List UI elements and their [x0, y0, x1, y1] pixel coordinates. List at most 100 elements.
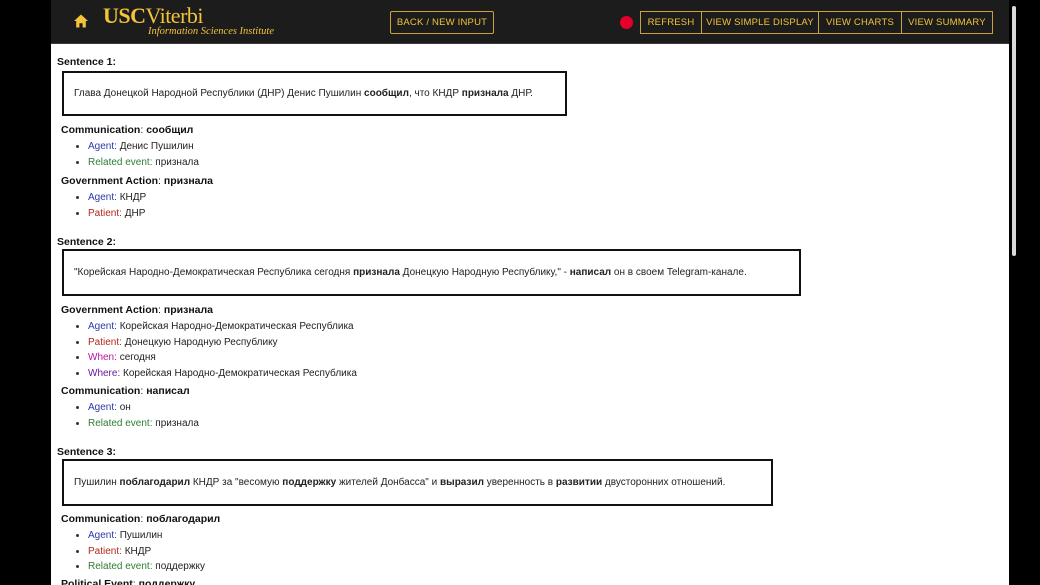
argument-item: Related event: признала [88, 155, 199, 171]
analysis-content: Sentence 1: Глава Донецкой Народной Респ… [51, 44, 1009, 585]
sentence-box: "Корейская Народно-Демократическая Респу… [62, 249, 801, 296]
argument-role: Patient [88, 545, 120, 557]
argument-value: сегодня [119, 352, 156, 363]
view-charts-button[interactable]: View Charts [818, 11, 901, 34]
argument-item: Where: Корейская Народно-Демократическая… [88, 366, 357, 382]
sentence-box: Глава Донецкой Народной Республики (ДНР)… [62, 71, 567, 116]
argument-role: Where [88, 367, 118, 379]
argument-role: Patient [88, 336, 120, 348]
argument-value: ДНР [124, 207, 146, 219]
home-icon[interactable] [73, 13, 89, 29]
argument-list: Agent: Корейская Народно-Демократическая… [88, 319, 357, 381]
usc-viterbi-logo: USCViterbi Information Sciences Institut… [103, 3, 274, 38]
event-title: Communication: написал [61, 385, 190, 397]
event-block: Government Action: признала Agent: Корейс… [61, 304, 357, 381]
sentence-text: "Корейская Народно-Демократическая Респу… [74, 267, 747, 278]
page-scrollbar[interactable] [1012, 6, 1016, 256]
sentence-text-run: Глава Донецкой Народной Республики (ДНР)… [74, 88, 365, 99]
event-type: Government Action [61, 304, 159, 316]
back-new-input-button[interactable]: Back / New Input [390, 11, 494, 34]
sentence-label: Sentence 3: [57, 446, 116, 458]
event-trigger: сообщил [146, 124, 194, 136]
argument-value: признала [155, 417, 199, 429]
argument-item: Patient: ДНР [88, 206, 213, 222]
argument-role: Agent [88, 530, 115, 541]
argument-item: Agent: он [88, 400, 199, 416]
event-type: Government Action [61, 175, 159, 187]
argument-item: Agent: КНДР [88, 190, 213, 206]
argument-role: Patient [88, 207, 120, 219]
argument-role: Related event [88, 561, 150, 572]
argument-value: Денис Пушилин [119, 141, 194, 152]
event-block: Government Action: признала Agent: КНДРPa… [61, 175, 213, 221]
argument-list: Agent: КНДРPatient: ДНР [88, 190, 213, 221]
app-window: USCViterbi Information Sciences Institut… [51, 0, 1009, 585]
event-title: Government Action: признала [61, 175, 214, 187]
sentence-text-run: ДНР. [508, 88, 533, 99]
argument-value: КНДР [124, 545, 152, 557]
event-block: Communication: поблагодарил Agent: Пушили… [61, 513, 220, 575]
argument-item: Agent: Пушилин [88, 528, 220, 544]
event-title: Communication: сообщил [61, 124, 194, 136]
argument-value: он [119, 402, 131, 413]
argument-role: When [88, 352, 115, 363]
event-trigger: поддержку [138, 578, 196, 585]
argument-role: Related event [88, 156, 150, 168]
argument-item: Agent: Денис Пушилин [88, 139, 199, 155]
recording-indicator-icon [620, 16, 633, 29]
logo-usc-text: USC [103, 3, 146, 28]
event-trigger: поблагодарил [146, 513, 221, 525]
event-type: Communication [61, 385, 141, 397]
view-simple-display-button[interactable]: View Simple Display [701, 11, 818, 34]
argument-role: Related event [88, 417, 150, 429]
event-trigger-word: написал [569, 267, 612, 278]
event-trigger: признала [163, 175, 214, 187]
argument-value: Корейская Народно-Демократическая Респуб… [123, 367, 357, 379]
logo-viterbi-text: Viterbi [145, 3, 204, 28]
event-trigger: написал [146, 385, 190, 397]
event-title: Communication: поблагодарил [61, 513, 221, 525]
argument-value: поддержку [155, 561, 206, 572]
event-type: Communication [61, 513, 141, 525]
sentence-label: Sentence 1: [57, 56, 116, 68]
sentence-box: Пушилин поблагодарил КНДР за "весомую по… [62, 459, 773, 506]
sentence-text-run: , что КНДР [408, 88, 462, 99]
argument-list: Agent: ПушилинPatient: КНДРRelated event… [88, 528, 220, 575]
sentence-text: Глава Донецкой Народной Республики (ДНР)… [74, 88, 533, 99]
event-type: Political Event [61, 578, 133, 585]
event-trigger-word: выразил [440, 477, 484, 488]
argument-role: Agent [88, 192, 115, 203]
sentence-text-run: уверенность в [483, 477, 556, 488]
event-title: Political Event: поддержку [61, 578, 195, 585]
argument-value: КНДР [119, 192, 147, 203]
event-block: Communication: сообщил Agent: Денис Пушил… [61, 124, 199, 170]
view-button-group: Refresh View Simple Display View Charts … [640, 11, 993, 34]
event-title: Government Action: признала [61, 304, 214, 316]
event-block: Communication: написал Agent: онRelated e… [61, 385, 199, 431]
argument-value: Донецкую Народную Республику [124, 336, 278, 348]
event-trigger-word: поблагодарил [119, 477, 191, 488]
argument-value: Корейская Народно-Демократическая Респуб… [119, 321, 354, 332]
event-block: Political Event: поддержку [61, 578, 195, 585]
sentence-text-run: он в своем Telegram-канале. [611, 267, 747, 278]
logo-subtitle: Information Sciences Institute [148, 26, 274, 37]
sentence-text-run: двусторонних отношений. [602, 477, 726, 488]
event-trigger-word: развитии [555, 477, 603, 488]
argument-role: Agent [88, 141, 115, 152]
top-navbar: USCViterbi Information Sciences Institut… [51, 0, 1009, 44]
argument-value: признала [155, 156, 199, 168]
sentence-text-run: "Корейская Народно-Демократическая Респу… [74, 267, 354, 278]
argument-item: Related event: признала [88, 416, 199, 432]
argument-role: Agent [88, 321, 115, 332]
view-summary-button[interactable]: View Summary [901, 11, 993, 34]
refresh-button[interactable]: Refresh [640, 11, 701, 34]
argument-value: Пушилин [119, 530, 163, 541]
argument-item: Patient: Донецкую Народную Республику [88, 335, 357, 351]
argument-item: Related event: поддержку [88, 559, 220, 575]
argument-role: Agent [88, 402, 115, 413]
event-trigger-word: признала [461, 88, 509, 99]
sentence-label: Sentence 2: [57, 236, 116, 248]
event-trigger-word: поддержку [282, 477, 337, 488]
event-type: Communication [61, 124, 141, 136]
sentence-text-run: жителей Донбасса" и [336, 477, 440, 488]
